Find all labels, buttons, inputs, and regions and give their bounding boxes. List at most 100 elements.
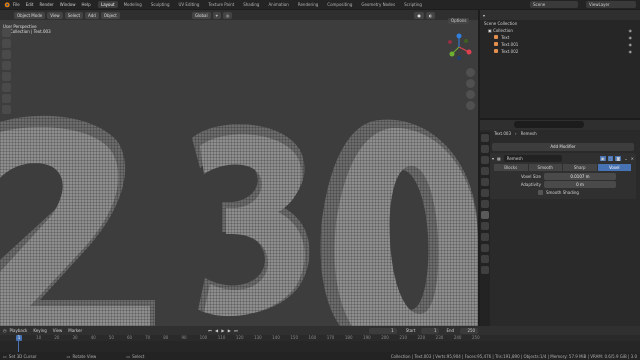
menu-view[interactable]: View [53, 328, 63, 333]
snap-icon[interactable]: ⌖ [212, 11, 221, 19]
transform-icon[interactable] [2, 83, 11, 92]
visibility-eye-icon[interactable]: ◉ [629, 41, 633, 48]
tab-rendering[interactable]: Rendering [295, 1, 321, 8]
voxel-size-field[interactable]: 0.0107 m [544, 173, 616, 180]
modifier-name-field[interactable]: Remesh [503, 154, 562, 162]
outliner-scene-collection[interactable]: Scene Collection [480, 20, 640, 27]
output-tab-icon[interactable] [481, 156, 489, 164]
timeline-editor-icon[interactable]: ◷ [3, 328, 7, 333]
properties-search-input[interactable] [514, 121, 584, 128]
menu-window[interactable]: Window [60, 2, 76, 7]
physics-tab-icon[interactable] [481, 233, 489, 241]
annotate-icon[interactable] [2, 94, 11, 103]
menu-marker[interactable]: Marker [68, 328, 82, 333]
tab-modeling[interactable]: Modeling [121, 1, 145, 8]
collapse-chevron-icon[interactable]: ▾ [492, 156, 494, 161]
outliner-item-collection[interactable]: ▣ Collection ◉ [480, 27, 640, 34]
menu-add[interactable]: Add [85, 11, 99, 19]
navigation-gizmo-icon[interactable] [442, 30, 476, 64]
mode-voxel-button[interactable]: Voxel [597, 164, 631, 171]
adaptivity-field[interactable]: 0 m [544, 181, 616, 188]
menu-file[interactable]: File [13, 2, 20, 7]
select-box-icon[interactable] [2, 28, 11, 37]
play-icon[interactable]: ▶ [221, 328, 225, 333]
tab-layout[interactable]: Layout [98, 1, 118, 8]
menu-playback[interactable]: Playback [10, 328, 28, 333]
blender-logo-icon[interactable] [3, 1, 10, 8]
menu-object[interactable]: Object [100, 11, 120, 19]
menu-edit[interactable]: Edit [26, 2, 34, 7]
menu-select[interactable]: Select [64, 11, 84, 19]
tab-texture-paint[interactable]: Texture Paint [205, 1, 237, 8]
outliner-item-text-001[interactable]: Text.001 ◉ [480, 41, 640, 48]
view-layer-tab-icon[interactable] [481, 167, 489, 175]
viewport-shading-solid-icon[interactable]: ● [414, 11, 424, 19]
tab-scripting[interactable]: Scripting [401, 1, 425, 8]
tab-shading[interactable]: Shading [240, 1, 262, 8]
measure-icon[interactable] [2, 105, 11, 114]
menu-help[interactable]: Help [81, 2, 90, 7]
prev-keyframe-icon[interactable]: ◀ [215, 328, 219, 333]
add-modifier-button[interactable]: Add Modifier [492, 143, 634, 151]
mode-blocks-button[interactable]: Blocks [494, 164, 528, 171]
move-icon[interactable] [2, 50, 11, 59]
data-tab-icon[interactable] [481, 255, 489, 263]
object-tab-icon[interactable] [481, 200, 489, 208]
outliner-item-text-002[interactable]: Text.002 ◉ [480, 48, 640, 55]
menu-view[interactable]: View [47, 11, 63, 19]
tab-animation[interactable]: Animation [265, 1, 291, 8]
overlay-icon[interactable]: ◐ [425, 11, 436, 19]
modifier-tab-icon[interactable] [481, 211, 489, 219]
proportional-edit-icon[interactable]: ◎ [222, 11, 233, 19]
filter-icon[interactable]: ▾ [483, 13, 485, 18]
visibility-eye-icon[interactable]: ◉ [629, 48, 633, 55]
start-frame-field[interactable]: 1 [421, 327, 440, 334]
3d-viewport[interactable] [0, 10, 478, 326]
jump-end-icon[interactable]: ⏭ [234, 328, 239, 333]
playhead[interactable]: 1 [16, 335, 22, 341]
jump-start-icon[interactable]: ⏮ [208, 328, 213, 333]
grid-icon[interactable] [466, 101, 475, 110]
transform-orientation-select[interactable]: Global [191, 11, 211, 19]
camera-view-icon[interactable] [466, 90, 475, 99]
visibility-eye-icon[interactable]: ◉ [629, 27, 633, 34]
particles-tab-icon[interactable] [481, 222, 489, 230]
tab-uv-editing[interactable]: UV Editing [176, 1, 203, 8]
close-icon[interactable]: × [631, 156, 634, 161]
timeline-track[interactable] [0, 341, 640, 352]
menu-render[interactable]: Render [39, 2, 53, 7]
mode-smooth-button[interactable]: Smooth [528, 164, 562, 171]
menu-keying[interactable]: Keying [33, 328, 46, 333]
modifier-menu-icon[interactable]: ⌄ [624, 156, 627, 161]
mode-selector[interactable]: Object Mode [14, 11, 46, 19]
viewport-toggle-icon[interactable]: ▢ [607, 155, 614, 161]
scene-selector[interactable]: Scene [530, 1, 578, 8]
view-layer-selector[interactable]: ViewLayer [586, 1, 636, 8]
tab-sculpting[interactable]: Sculpting [148, 1, 173, 8]
editmode-toggle-icon[interactable]: ▣ [599, 155, 606, 161]
next-keyframe-icon[interactable]: ▶ [228, 328, 232, 333]
end-frame-field[interactable]: 250 [460, 327, 479, 334]
zoom-icon[interactable] [466, 68, 475, 77]
render-toggle-icon[interactable]: ◙ [615, 155, 622, 161]
options-button[interactable]: Options [448, 18, 470, 24]
material-tab-icon[interactable] [481, 266, 489, 274]
adaptivity-row: Adaptivity 0 m [494, 181, 616, 188]
constraints-tab-icon[interactable] [481, 244, 489, 252]
tab-geometry-nodes[interactable]: Geometry Nodes [358, 1, 398, 8]
scene-tab-icon[interactable] [481, 178, 489, 186]
tab-compositing[interactable]: Compositing [324, 1, 355, 8]
current-frame-field[interactable]: 1 [368, 327, 397, 334]
scale-icon[interactable] [2, 72, 11, 81]
render-tab-icon[interactable] [481, 145, 489, 153]
mode-sharp-button[interactable]: Sharp [563, 164, 597, 171]
remesh-icon: ▦ [497, 155, 501, 161]
visibility-eye-icon[interactable]: ◉ [629, 34, 633, 41]
smooth-shading-checkbox[interactable] [538, 190, 543, 195]
world-tab-icon[interactable] [481, 189, 489, 197]
outliner-item-text[interactable]: Text ◉ [480, 34, 640, 41]
rotate-icon[interactable] [2, 61, 11, 70]
tool-tab-icon[interactable] [481, 134, 489, 142]
cursor-icon[interactable] [2, 39, 11, 48]
pan-icon[interactable] [466, 79, 475, 88]
